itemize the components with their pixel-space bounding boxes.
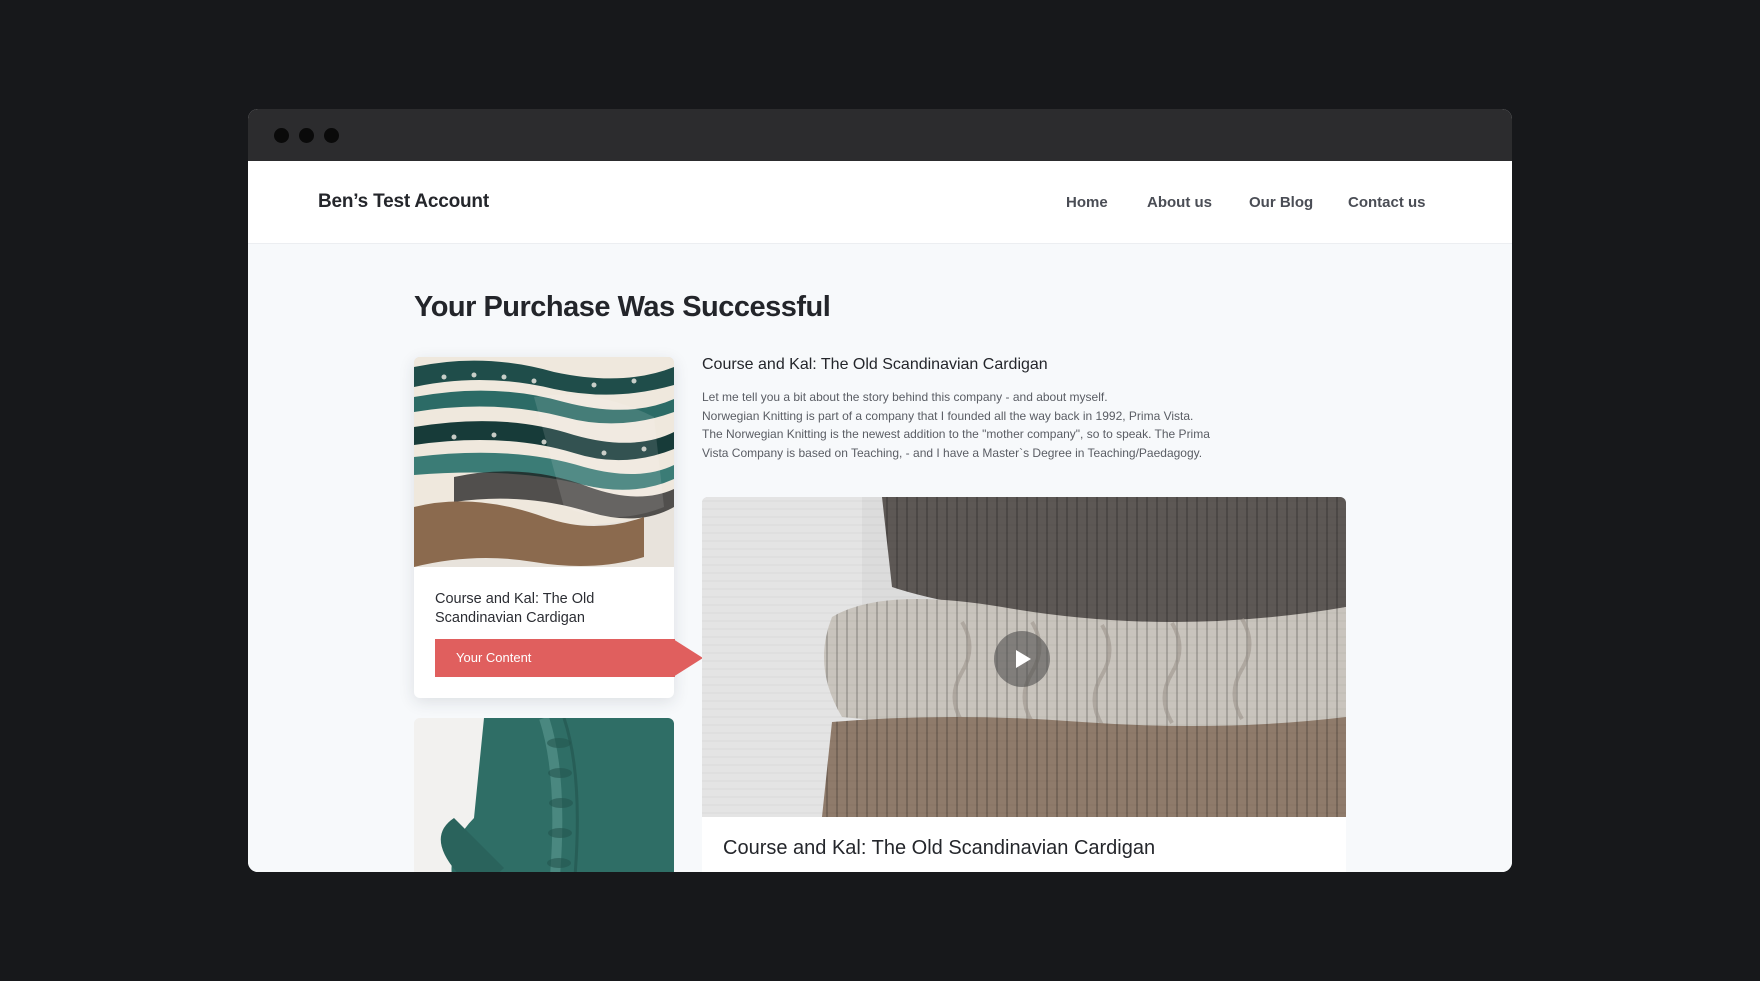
window-titlebar — [248, 109, 1512, 161]
main-content: Your Purchase Was Successful Course and … — [248, 244, 1512, 872]
course-description-line: Norwegian Knitting is part of a company … — [702, 408, 1194, 423]
site-header: Ben’s Test Account Home About us Our Blo… — [248, 161, 1512, 244]
nav-home[interactable]: Home — [1066, 194, 1108, 211]
play-icon — [1016, 650, 1031, 668]
window-maximize-dot[interactable] — [324, 128, 339, 143]
course-video[interactable] — [702, 497, 1346, 817]
arrow-right-icon — [673, 639, 703, 677]
video-caption: Course and Kal: The Old Scandinavian Car… — [723, 837, 1156, 859]
product-card-title: Course and Kal: The Old Scandinavian Car… — [435, 591, 595, 626]
course-description-line: The Norwegian Knitting is the newest add… — [702, 427, 1210, 441]
nav-about-us[interactable]: About us — [1147, 194, 1212, 211]
nav-contact-us[interactable]: Contact us — [1348, 194, 1426, 211]
nav-our-blog[interactable]: Our Blog — [1249, 194, 1313, 211]
your-content-label: Your Content — [456, 650, 532, 665]
course-description-line: Let me tell you a bit about the story be… — [702, 390, 1108, 404]
product-card[interactable]: Course and Kal: The Old Scandinavian Car… — [414, 357, 703, 698]
course-description-line: Vista Company is based on Teaching, - an… — [702, 445, 1203, 460]
page-title: Your Purchase Was Successful — [414, 291, 831, 323]
your-content-button[interactable]: Your Content — [435, 639, 703, 677]
window-minimize-dot[interactable] — [299, 128, 314, 143]
video-caption-panel: Course and Kal: The Old Scandinavian Car… — [702, 817, 1346, 872]
browser-window: Ben’s Test Account Home About us Our Blo… — [248, 109, 1512, 872]
play-button[interactable] — [994, 631, 1050, 687]
window-close-dot[interactable] — [274, 128, 289, 143]
product-image-fair-isle-sweater — [414, 357, 674, 567]
product-image-green-cardigan[interactable] — [414, 718, 674, 872]
course-description: Let me tell you a bit about the story be… — [702, 388, 1242, 462]
course-title: Course and Kal: The Old Scandinavian Car… — [702, 356, 1048, 373]
site-brand[interactable]: Ben’s Test Account — [318, 191, 489, 213]
